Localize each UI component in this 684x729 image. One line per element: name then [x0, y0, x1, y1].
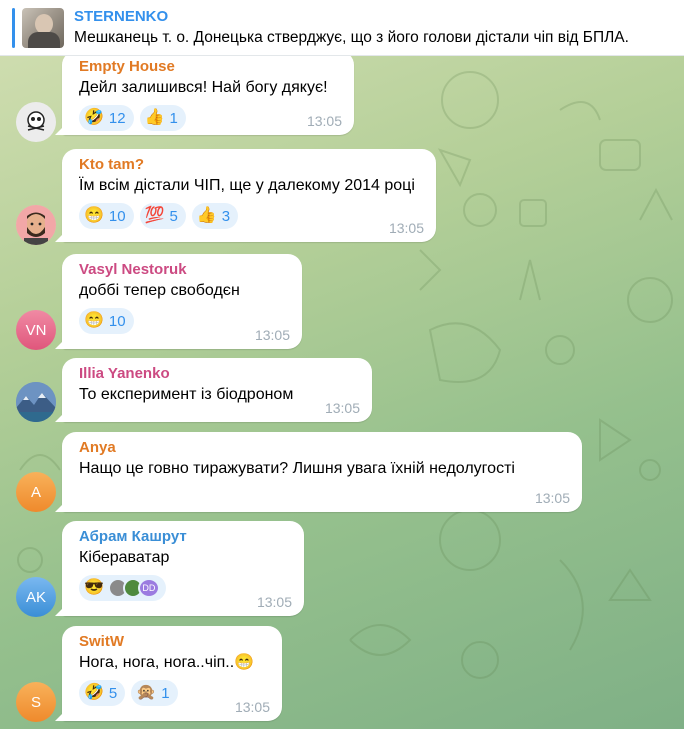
reaction-count: 3 [221, 207, 231, 225]
grin-emoji-icon: 😁 [84, 207, 104, 224]
message-bubble[interactable]: Vasyl Nestoruk доббі тепер свободєн 😁 10… [62, 254, 302, 349]
message-author[interactable]: Vasyl Nestoruk [79, 260, 290, 280]
grin-emoji-icon: 😁 [84, 312, 104, 329]
reaction-chip[interactable]: 👍 1 [139, 105, 186, 131]
message-author[interactable]: Empty House [79, 57, 342, 77]
reaction-count: 5 [169, 207, 178, 225]
reaction-count: 1 [169, 109, 178, 127]
pinned-message-text: Мешканець т. о. Донецька стверджує, що з… [74, 29, 629, 46]
message-time: 13:05 [254, 327, 290, 343]
message-time: 13:05 [324, 400, 360, 416]
hundred-emoji-icon: 💯 [144, 207, 165, 224]
message-text: Нога, нога, нога..чіп..😁 [79, 654, 255, 671]
rofl-emoji-icon: 🤣 [84, 109, 104, 126]
reactor-avatar: DD [137, 578, 160, 598]
reaction-count: 10 [108, 207, 126, 225]
message-time: 13:05 [388, 220, 424, 236]
reactions: 🤣 12 👍 1 [79, 105, 342, 131]
sunglasses-emoji-icon: 😎 [84, 579, 104, 596]
speak-no-evil-monkey-emoji-icon: 🙊 [136, 684, 157, 701]
reaction-chip[interactable]: 😎 DD [79, 575, 166, 601]
message-text: То експеримент із біодроном [79, 386, 294, 403]
message-time: 13:05 [534, 490, 570, 506]
reaction-chip[interactable]: 😁 10 [79, 308, 134, 334]
thumbs-up-emoji-icon: 👍 [144, 109, 165, 126]
reaction-chip[interactable]: 👍 3 [191, 203, 239, 229]
reaction-count: 1 [161, 684, 170, 702]
message-time: 13:05 [234, 699, 270, 715]
message-text: Нащо це говно тиражувати? Лишня увага їх… [79, 460, 515, 477]
avatar[interactable] [16, 102, 56, 142]
message-text: Їм всім дістали ЧІП, ще у далекому 2014 … [79, 177, 415, 194]
reaction-chip[interactable]: 🤣 5 [79, 680, 126, 706]
avatar[interactable] [16, 382, 56, 422]
reaction-count: 12 [108, 109, 126, 127]
avatar[interactable]: VN [16, 310, 56, 350]
reaction-chip[interactable]: 🤣 12 [79, 105, 134, 131]
reaction-chip[interactable]: 😁 10 [79, 203, 134, 229]
avatar[interactable]: S [16, 682, 56, 722]
message-bubble[interactable]: Illia Yanenko То експеримент із біодроно… [62, 358, 372, 422]
reaction-user-avatars: DD [107, 578, 160, 598]
message-author[interactable]: Anya [79, 438, 570, 458]
reactions: 😁 10 💯 5 👍 3 [79, 203, 424, 229]
message-author[interactable]: SwitW [79, 632, 270, 652]
reaction-count: 10 [108, 312, 126, 330]
avatar[interactable]: A [16, 472, 56, 512]
avatar-initials: VN [25, 321, 47, 339]
message-author[interactable]: Illia Yanenko [79, 364, 360, 384]
message-bubble[interactable]: Kto tam? Їм всім дістали ЧІП, ще у далек… [62, 149, 436, 242]
pinned-indicator [12, 8, 15, 48]
message-text: Дейл залишився! Най богу дякує! [79, 79, 328, 96]
message-bubble[interactable]: Абрам Кашрут Кібераватар 😎 DD 13:05 [62, 521, 304, 616]
message-time: 13:05 [306, 113, 342, 129]
avatar[interactable]: AK [16, 577, 56, 617]
message-text: Кібераватар [79, 549, 170, 566]
thumbs-up-emoji-icon: 👍 [196, 207, 217, 224]
landscape-icon [16, 382, 56, 422]
reaction-chip[interactable]: 🙊 1 [131, 680, 178, 706]
message-time: 13:05 [256, 594, 292, 610]
message-author[interactable]: Kto tam? [79, 155, 424, 175]
message-bubble[interactable]: Anya Нащо це говно тиражувати? Лишня ува… [62, 432, 582, 512]
reaction-count: 5 [108, 684, 118, 702]
avatar[interactable] [16, 205, 56, 245]
skull-icon [27, 111, 45, 131]
avatar-initials: A [30, 483, 41, 501]
pinned-message-bar[interactable]: STERNENKO Мешканець т. о. Донецька ствер… [0, 0, 684, 56]
rofl-emoji-icon: 🤣 [84, 684, 104, 701]
message-bubble[interactable]: Empty House Дейл залишився! Най богу дяк… [62, 51, 354, 135]
message-text: доббі тепер свободєн [79, 282, 240, 299]
avatar-initials: AK [25, 588, 46, 606]
pinned-channel-title: STERNENKO [74, 8, 169, 25]
message-author[interactable]: Абрам Кашрут [79, 527, 292, 547]
reaction-chip[interactable]: 💯 5 [139, 203, 186, 229]
message-bubble[interactable]: SwitW Нога, нога, нога..чіп..😁 🤣 5 🙊 1 1… [62, 626, 282, 721]
avatar-initials: S [30, 693, 41, 711]
pinned-thumbnail [22, 8, 64, 48]
man-icon [16, 205, 56, 245]
